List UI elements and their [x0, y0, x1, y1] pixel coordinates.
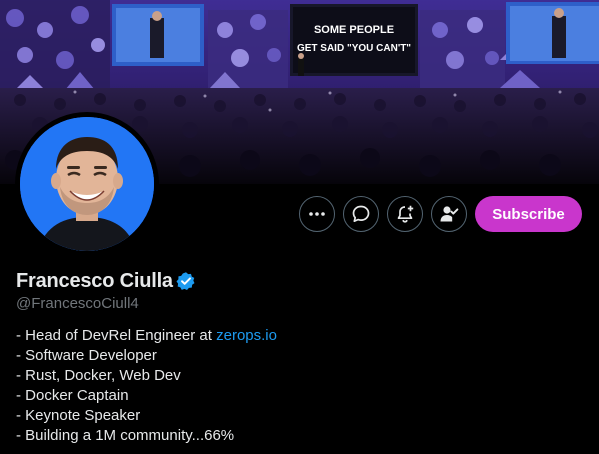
more-dots-icon: [309, 212, 325, 216]
profile-name-row: Francesco Ciulla: [16, 268, 196, 294]
banner-slide-text-2: GET SAID "YOU CAN'T": [297, 43, 411, 54]
notifications-button[interactable]: [387, 196, 423, 232]
bio-line: - Head of DevRel Engineer at zerops.io: [16, 326, 277, 346]
bio-line: - Building a 1M community...66%: [16, 427, 235, 444]
message-button[interactable]: [343, 196, 379, 232]
bio-line: - Keynote Speaker: [16, 407, 141, 424]
profile-avatar[interactable]: [15, 112, 159, 256]
subscribe-button[interactable]: Subscribe: [475, 196, 582, 232]
display-name: Francesco Ciulla: [16, 269, 173, 292]
profile-bio: - Head of DevRel Engineer at zerops.io -…: [16, 326, 277, 446]
bio-line: - Software Developer: [16, 347, 157, 364]
verified-badge-icon[interactable]: [176, 271, 196, 291]
person-check-icon: [440, 206, 459, 222]
bio-line: - Docker Captain: [16, 387, 129, 404]
profile-handle: @FrancescoCiull4: [16, 295, 139, 312]
bell-plus-icon: [397, 205, 414, 223]
more-options-button[interactable]: [299, 196, 335, 232]
following-button[interactable]: [431, 196, 467, 232]
bio-line: - Rust, Docker, Web Dev: [16, 367, 181, 384]
bio-line-text: - Head of DevRel Engineer at: [16, 327, 217, 344]
message-bubble-icon: [352, 205, 370, 223]
banner-slide-text-1: SOME PEOPLE: [314, 24, 394, 36]
bio-company-link[interactable]: zerops.io: [216, 327, 277, 344]
avatar-image: [20, 117, 154, 251]
